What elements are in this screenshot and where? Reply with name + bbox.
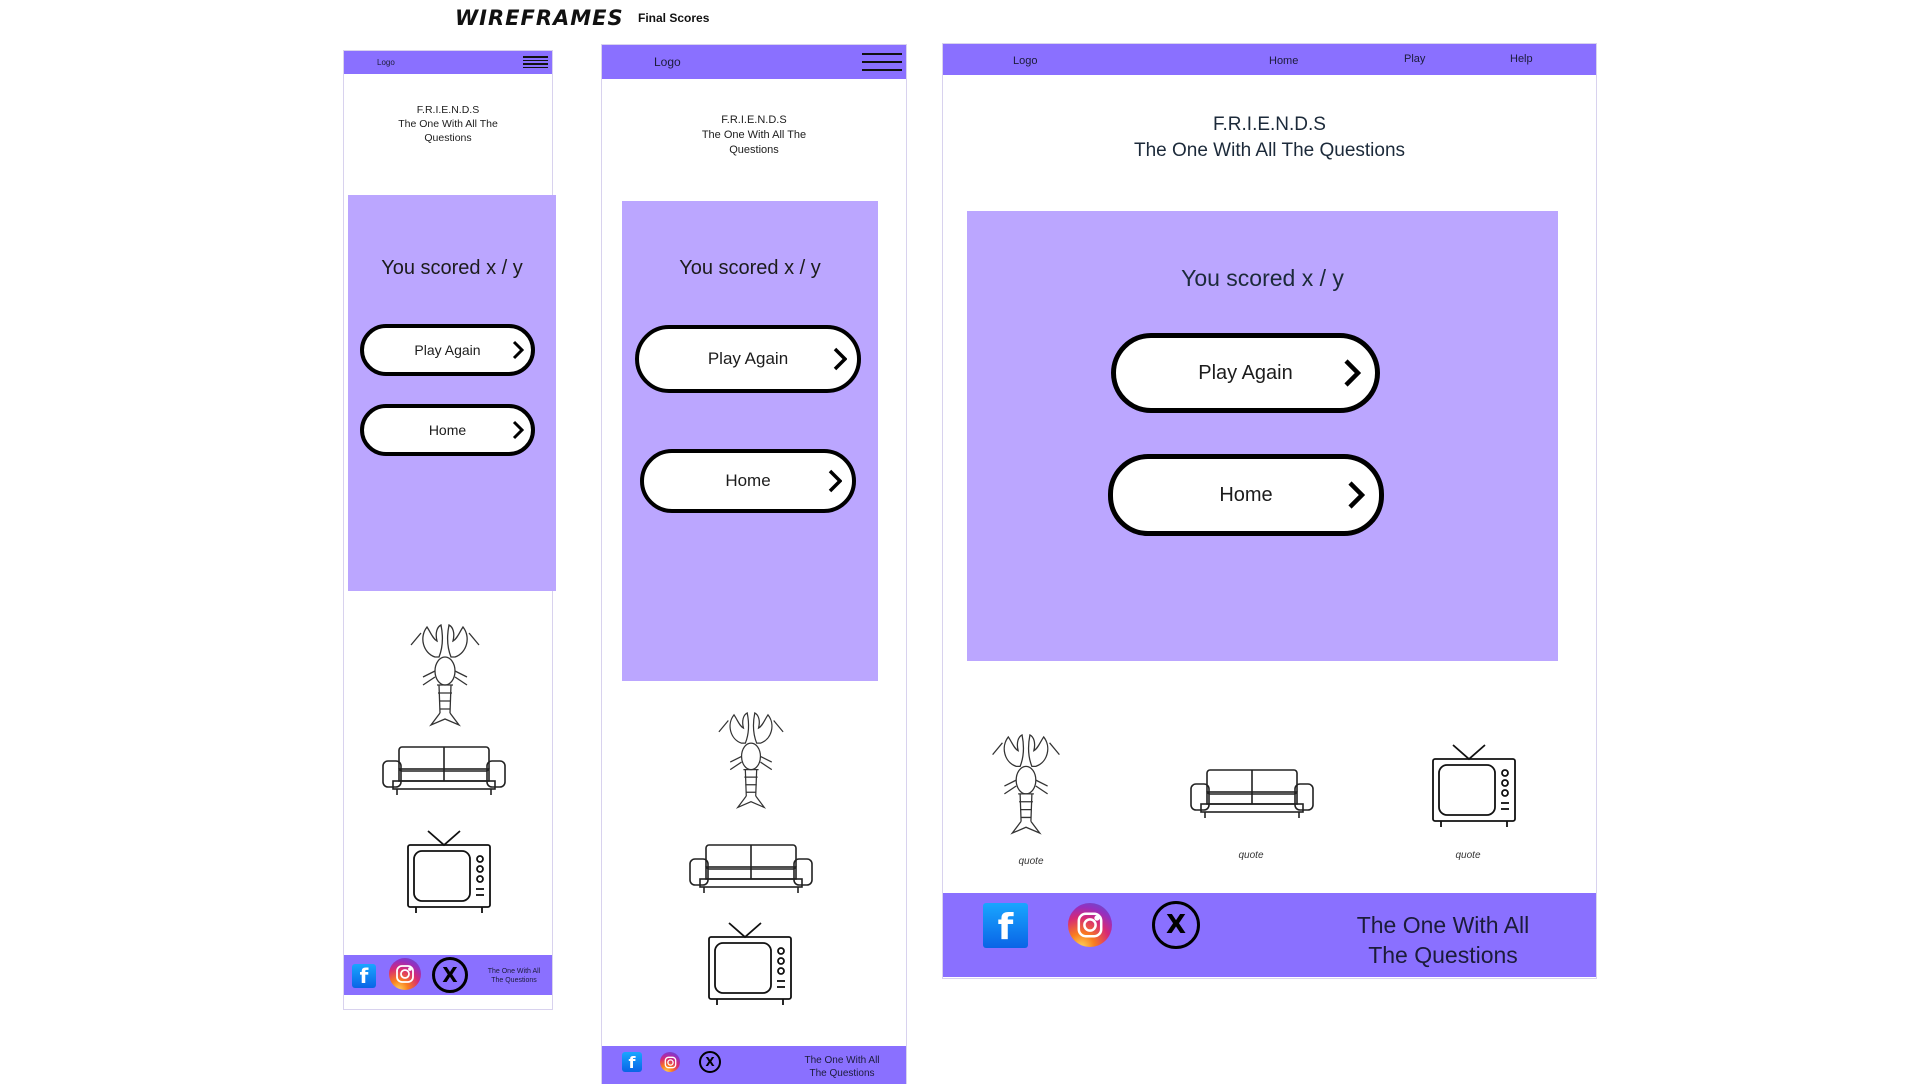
x-icon[interactable]: X bbox=[432, 957, 468, 993]
couch-icon bbox=[381, 745, 507, 797]
site-title-line1: F.R.I.E.N.D.S bbox=[416, 104, 480, 116]
chevron-right-icon bbox=[833, 347, 847, 371]
desktop-site-title: F.R.I.E.N.D.S The One With All The Quest… bbox=[943, 112, 1596, 163]
quote-text: quote bbox=[1238, 850, 1264, 861]
mobile-score-card: You scored x / y Play Again Home bbox=[348, 195, 556, 591]
tv-icon bbox=[1431, 743, 1517, 829]
play-again-label: Play Again bbox=[1198, 361, 1293, 384]
site-title-line2a: The One With All The bbox=[701, 128, 807, 141]
mobile-footer: f X The One With All The Questions bbox=[344, 955, 552, 995]
tablet-logo[interactable]: Logo bbox=[654, 55, 681, 69]
mobile-nav: Logo bbox=[344, 51, 552, 74]
site-title-line2: The One With All The Questions bbox=[1133, 139, 1406, 161]
facebook-icon[interactable]: f bbox=[983, 903, 1028, 948]
home-label: Home bbox=[1219, 483, 1273, 506]
hamburger-menu-icon[interactable] bbox=[862, 53, 902, 71]
tablet-site-title: F.R.I.E.N.D.S The One With All The Quest… bbox=[602, 113, 906, 158]
score-text: You scored x / y bbox=[1181, 265, 1344, 291]
lobster-icon bbox=[990, 733, 1062, 841]
nav-play-link[interactable]: Play bbox=[1404, 53, 1425, 65]
quote-text: quote bbox=[1455, 850, 1481, 861]
instagram-icon[interactable] bbox=[1068, 903, 1112, 947]
tablet-footer: f X The One With All The Questions bbox=[602, 1046, 906, 1084]
footer-line1: The One With All bbox=[804, 1055, 880, 1066]
mobile-logo[interactable]: Logo bbox=[377, 58, 395, 67]
tablet-nav: Logo bbox=[602, 45, 906, 79]
mobile-frame: Logo F.R.I.E.N.D.S The One With All The … bbox=[343, 50, 556, 1010]
site-title-line1: F.R.I.E.N.D.S bbox=[1213, 114, 1326, 135]
tv-icon bbox=[406, 829, 492, 915]
chevron-right-icon bbox=[1343, 358, 1361, 388]
footer-line1: The One With All bbox=[1356, 912, 1530, 938]
desktop-footer: f X The One With All The Questions bbox=[943, 893, 1596, 977]
x-icon[interactable]: X bbox=[699, 1051, 721, 1073]
site-title-line1: F.R.I.E.N.D.S bbox=[721, 114, 787, 126]
play-again-label: Play Again bbox=[707, 349, 789, 368]
x-icon[interactable]: X bbox=[1152, 901, 1200, 949]
site-title-line2a: The One With All The bbox=[398, 118, 498, 131]
site-title-line2b: Questions bbox=[729, 143, 779, 156]
desktop-nav: Logo Home Play Help bbox=[943, 44, 1596, 75]
lobster-icon bbox=[409, 623, 481, 733]
hamburger-menu-icon[interactable] bbox=[523, 56, 548, 68]
chevron-right-icon bbox=[828, 469, 842, 493]
footer-text: The One With All The Questions bbox=[474, 967, 554, 985]
desktop-frame: Logo Home Play Help F.R.I.E.N.D.S The On… bbox=[942, 43, 1597, 979]
nav-home-link[interactable]: Home bbox=[1269, 55, 1298, 67]
home-label: Home bbox=[428, 422, 467, 438]
footer-line1: The One With All bbox=[487, 968, 541, 975]
facebook-icon[interactable]: f bbox=[352, 964, 376, 988]
facebook-icon[interactable]: f bbox=[622, 1052, 642, 1072]
home-button[interactable]: Home bbox=[640, 449, 856, 513]
couch-icon bbox=[688, 843, 814, 895]
play-again-button[interactable]: Play Again bbox=[635, 325, 861, 393]
footer-text: The One With All The Questions bbox=[1333, 911, 1553, 971]
couch-icon bbox=[1189, 768, 1315, 820]
footer-line2: The Questions bbox=[809, 1068, 875, 1079]
play-again-button[interactable]: Play Again bbox=[1111, 333, 1380, 413]
tablet-score-card: You scored x / y Play Again Home bbox=[622, 201, 878, 681]
play-again-button[interactable]: Play Again bbox=[360, 324, 535, 376]
score-text: You scored x / y bbox=[381, 257, 523, 279]
tv-icon bbox=[707, 921, 793, 1007]
score-text: You scored x / y bbox=[679, 257, 821, 279]
footer-text: The One With All The Questions bbox=[787, 1054, 897, 1080]
nav-help-link[interactable]: Help bbox=[1510, 53, 1533, 65]
instagram-icon[interactable] bbox=[660, 1052, 680, 1072]
home-label: Home bbox=[725, 471, 771, 490]
lobster-icon bbox=[717, 711, 785, 815]
instagram-icon[interactable] bbox=[389, 958, 421, 990]
chevron-right-icon bbox=[1347, 480, 1365, 510]
final-scores-label: Final Scores bbox=[638, 11, 710, 25]
play-again-label: Play Again bbox=[414, 342, 481, 358]
home-button[interactable]: Home bbox=[1108, 454, 1384, 536]
home-button[interactable]: Home bbox=[360, 404, 535, 456]
chevron-right-icon bbox=[512, 340, 524, 360]
wireframes-heading: WIREFRAMES bbox=[455, 6, 624, 30]
desktop-logo[interactable]: Logo bbox=[1013, 55, 1037, 67]
footer-line2: The Questions bbox=[1368, 941, 1518, 968]
tablet-frame: Logo F.R.I.E.N.D.S The One With All The … bbox=[601, 44, 907, 1084]
footer-line2: The Questions bbox=[491, 977, 537, 985]
mobile-site-title: F.R.I.E.N.D.S The One With All The Quest… bbox=[344, 103, 552, 146]
desktop-score-card: You scored x / y Play Again Home bbox=[967, 211, 1558, 661]
site-title-line2b: Questions bbox=[424, 132, 472, 145]
chevron-right-icon bbox=[512, 420, 524, 440]
quote-text: quote bbox=[1018, 856, 1044, 867]
